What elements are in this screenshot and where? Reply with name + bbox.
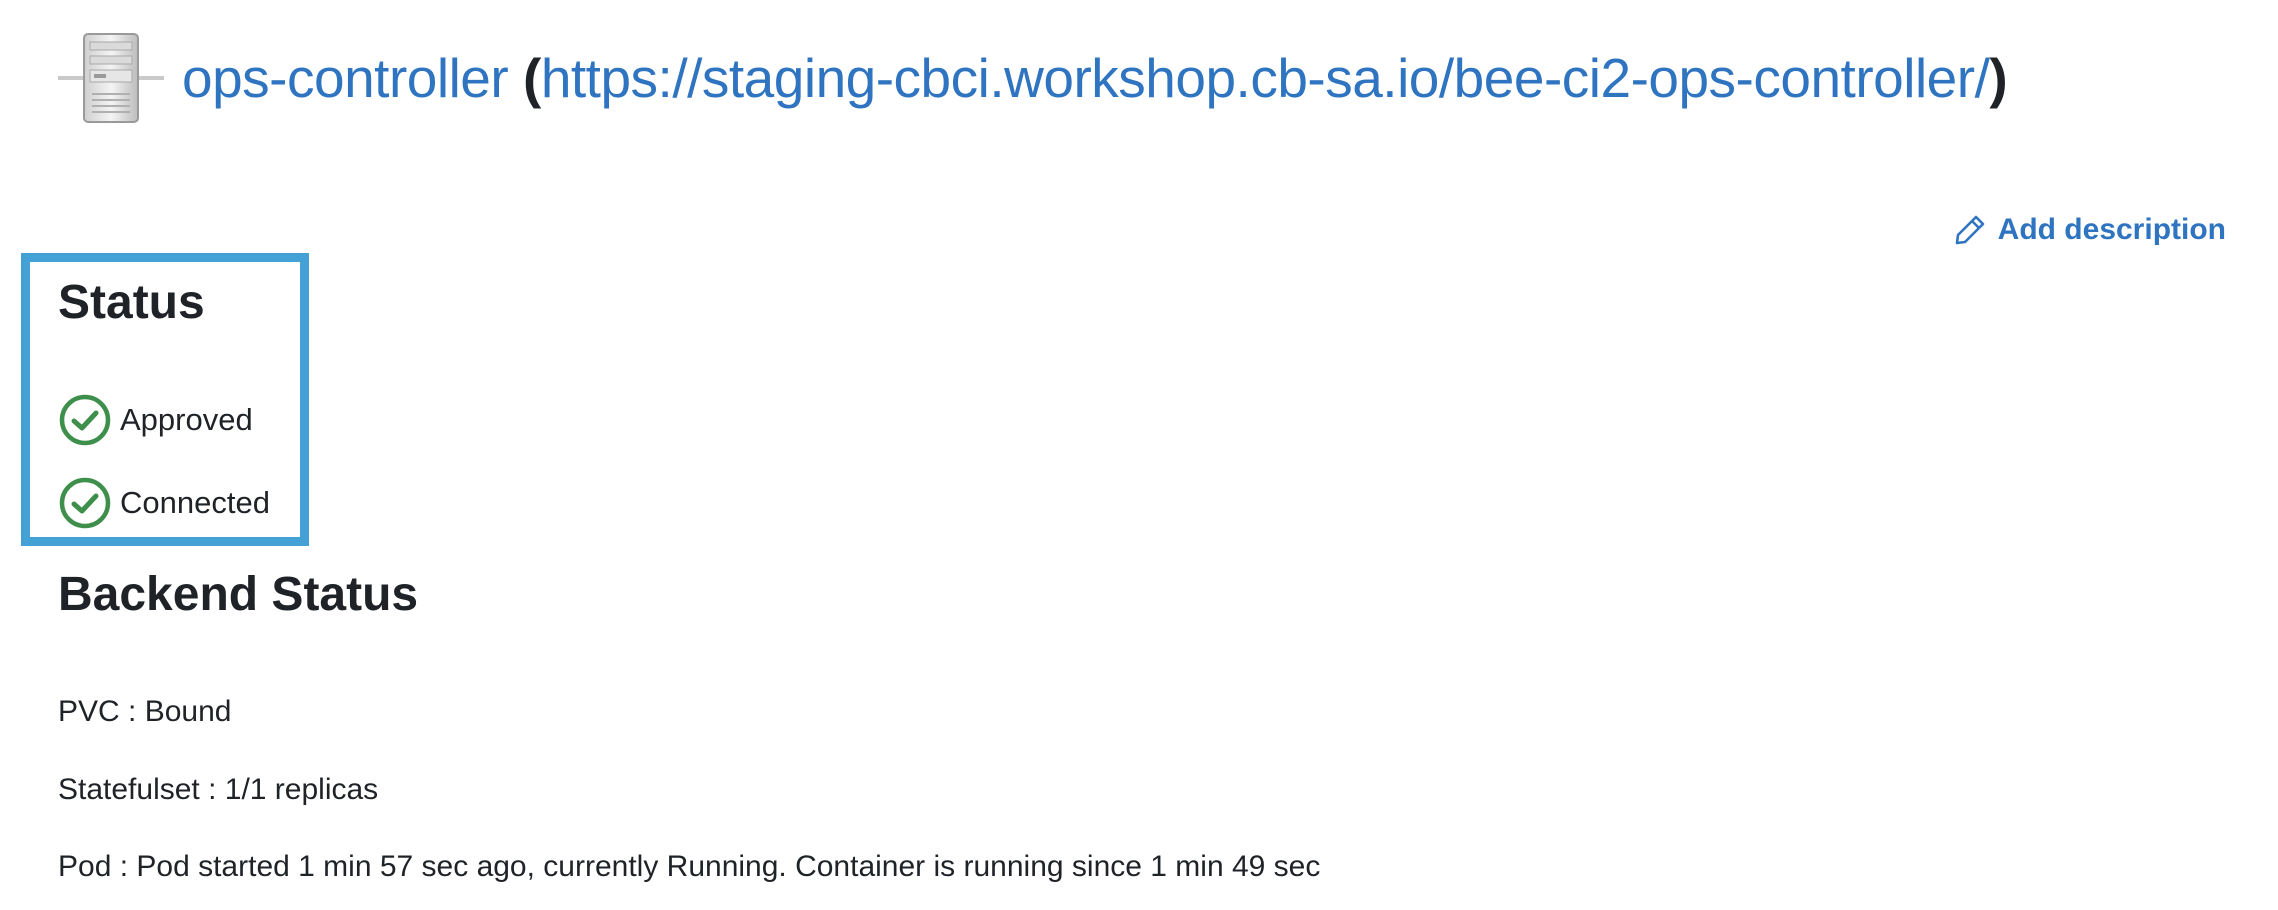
status-item-label: Approved [120,402,253,437]
pencil-icon [1955,215,1984,245]
backend-status-heading: Backend Status [58,568,419,621]
check-circle-icon [59,477,111,529]
controller-url-link[interactable]: https://staging-cbci.workshop.cb-sa.io/b… [541,47,1990,109]
status-heading: Status [58,276,205,329]
status-item-connected: Connected [58,476,270,530]
server-icon [58,33,164,123]
add-description-label: Add description [1997,213,2226,246]
open-paren: ( [522,47,541,109]
check-circle-icon [59,394,111,446]
page-title: ops-controller (https://staging-cbci.wor… [182,28,2008,128]
backend-pod-status: Pod : Pod started 1 min 57 sec ago, curr… [58,850,1321,883]
backend-statefulset-status: Statefulset : 1/1 replicas [58,773,379,806]
status-item-label: Connected [120,485,270,520]
page-header: ops-controller (https://staging-cbci.wor… [58,28,2008,128]
add-description-link[interactable]: Add description [1954,213,2226,247]
close-paren: ) [1989,47,2008,109]
backend-pvc-status: PVC : Bound [58,695,232,728]
status-item-approved: Approved [58,393,253,447]
controller-name-link[interactable]: ops-controller [182,47,509,109]
